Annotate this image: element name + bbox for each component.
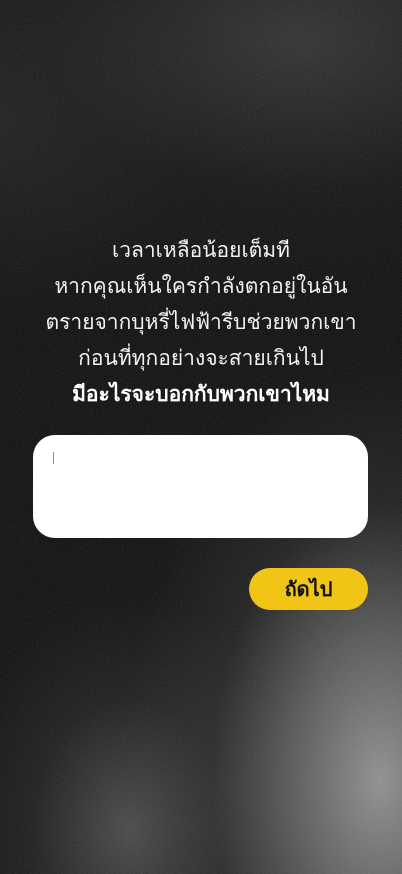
prompt-question: มีอะไรจะบอกกับพวกเขาไหม xyxy=(72,382,330,406)
text-cursor xyxy=(53,452,54,464)
prompt-line: เวลาเหลือน้อยเต็มที xyxy=(112,238,290,262)
prompt-text: เวลาเหลือน้อยเต็มที หากคุณเห็นใครกำลังตก… xyxy=(20,232,382,412)
screen: เวลาเหลือน้อยเต็มที หากคุณเห็นใครกำลังตก… xyxy=(0,0,402,874)
prompt-line: หากคุณเห็นใครกำลังตกอยู่ในอัน xyxy=(54,274,348,298)
answer-input[interactable] xyxy=(33,435,368,538)
prompt-line: ตรายจากบุหรี่ไฟฟ้ารีบช่วยพวกเขา xyxy=(45,310,357,334)
next-button[interactable]: ถัดไป xyxy=(249,568,368,610)
answer-box[interactable] xyxy=(33,435,368,538)
prompt-line: ก่อนที่ทุกอย่างจะสายเกินไป xyxy=(78,346,324,370)
